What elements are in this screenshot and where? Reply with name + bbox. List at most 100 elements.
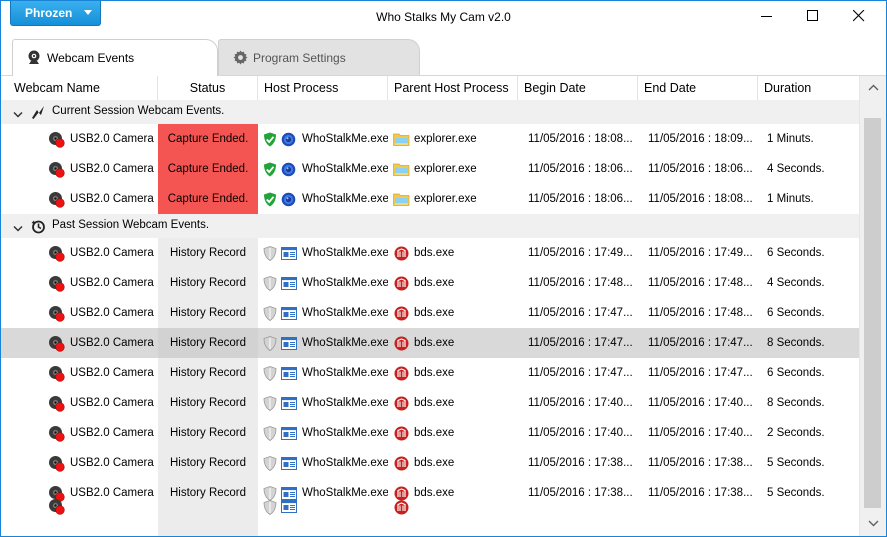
end-date-cell: 11/05/2016 : 18:06...: [648, 163, 753, 175]
begin-date-cell: 11/05/2016 : 17:47...: [528, 337, 633, 349]
status-cell: Capture Ended.: [158, 154, 258, 184]
webcam-name-cell: USB2.0 Camera: [70, 397, 154, 409]
table-row[interactable]: USB2.0 Camera Capture Ended. WhoStalkMe.ex…: [1, 154, 859, 184]
table-row[interactable]: USB2.0 Camera Capture Ended. WhoStalkMe.ex…: [1, 124, 859, 154]
begin-date-cell: 11/05/2016 : 17:40...: [528, 427, 633, 439]
table-row[interactable]: USB2.0 Camera History Record WhoStalkMe.ex…: [1, 358, 859, 388]
begin-date-cell: 11/05/2016 : 17:38...: [528, 457, 633, 469]
parent-host-process-cell: bds.exe: [414, 247, 455, 259]
begin-date-cell: 11/05/2016 : 18:08...: [528, 133, 633, 145]
duration-cell: 8 Seconds.: [767, 397, 825, 409]
scroll-down-button[interactable]: [860, 512, 886, 536]
duration-cell: 2 Seconds.: [767, 427, 825, 439]
table-row[interactable]: USB2.0 Camera History Record WhoStalkMe.ex…: [1, 418, 859, 448]
end-date-cell: 11/05/2016 : 17:48...: [648, 277, 753, 289]
duration-cell: 4 Seconds.: [767, 163, 825, 175]
table-row[interactable]: USB2.0 Camera History Record WhoStalkMe.ex…: [1, 298, 859, 328]
webcam-name-cell: USB2.0 Camera: [70, 247, 154, 259]
parent-host-process-cell: explorer.exe: [414, 193, 477, 205]
end-date-cell: 11/05/2016 : 17:40...: [648, 427, 753, 439]
history-icon: [30, 218, 46, 237]
duration-cell: 1 Minuts.: [767, 193, 814, 205]
duration-cell: 5 Seconds.: [767, 457, 825, 469]
column-header-webcam-name[interactable]: Webcam Name: [8, 76, 158, 100]
chevron-down-icon[interactable]: [13, 222, 23, 236]
lightning-icon: [30, 104, 46, 123]
begin-date-cell: 11/05/2016 : 17:38...: [528, 487, 633, 499]
host-process-cell: [258, 508, 388, 536]
table-header: Webcam Name Status Host Process Parent H…: [1, 76, 859, 101]
group-header-row[interactable]: Past Session Webcam Events.: [1, 214, 859, 238]
tab-label: Webcam Events: [47, 51, 135, 65]
table-row[interactable]: USB2.0 Camera History Record WhoStalkMe.ex…: [1, 238, 859, 268]
webcam-name-cell: USB2.0 Camera: [70, 307, 154, 319]
parent-host-process-cell: bds.exe: [414, 367, 455, 379]
maximize-button[interactable]: [790, 1, 836, 31]
table-row[interactable]: USB2.0 Camera History Record WhoStalkMe.ex…: [1, 448, 859, 478]
host-process-cell: WhoStalkMe.exe: [302, 367, 388, 379]
vertical-scrollbar[interactable]: [859, 76, 886, 536]
parent-host-process-cell: explorer.exe: [414, 163, 477, 175]
group-header-row[interactable]: Current Session Webcam Events.: [1, 100, 859, 124]
host-process-cell: WhoStalkMe.exe: [302, 133, 388, 145]
end-date-cell: 11/05/2016 : 17:49...: [648, 247, 753, 259]
scroll-up-button[interactable]: [860, 76, 886, 100]
webcam-name-cell: USB2.0 Camera: [70, 277, 154, 289]
column-header-status[interactable]: Status: [158, 76, 258, 100]
table-row[interactable]: USB2.0 Camera History Record WhoStalkMe.ex…: [1, 268, 859, 298]
column-header-end-date[interactable]: End Date: [638, 76, 758, 100]
end-date-cell: 11/05/2016 : 17:47...: [648, 367, 753, 379]
chevron-down-icon[interactable]: [13, 108, 23, 122]
tab-program-settings[interactable]: Program Settings: [218, 39, 420, 75]
status-cell: [158, 508, 258, 536]
status-cell: History Record: [158, 418, 258, 448]
table-row[interactable]: USB2.0 Camera Capture Ended. WhoStalkMe.ex…: [1, 184, 859, 214]
table-row[interactable]: USB2.0 Camera History Record WhoStalkMe.ex…: [1, 478, 859, 508]
begin-date-cell: 11/05/2016 : 17:49...: [528, 247, 633, 259]
begin-date-cell: 11/05/2016 : 18:06...: [528, 163, 633, 175]
events-table: Webcam Name Status Host Process Parent H…: [1, 76, 859, 536]
table-row[interactable]: USB2.0 Camera History Record WhoStalkMe.ex…: [1, 328, 859, 358]
end-date-cell: 11/05/2016 : 17:47...: [648, 337, 753, 349]
end-date-cell: 11/05/2016 : 17:38...: [648, 487, 753, 499]
table-row[interactable]: USB2.0 Camera History Record WhoStalkMe.ex…: [1, 388, 859, 418]
close-button[interactable]: [836, 1, 882, 31]
duration-cell: [758, 508, 859, 536]
webcam-name-cell: USB2.0 Camera: [70, 193, 154, 205]
status-cell: History Record: [158, 238, 258, 268]
duration-cell: 6 Seconds.: [767, 367, 825, 379]
host-process-cell: WhoStalkMe.exe: [302, 247, 388, 259]
column-header-begin-date[interactable]: Begin Date: [518, 76, 638, 100]
tab-webcam-events[interactable]: Webcam Events: [12, 39, 218, 76]
minimize-icon: [761, 16, 772, 17]
status-cell: History Record: [158, 358, 258, 388]
column-header-duration[interactable]: Duration: [758, 76, 859, 100]
host-process-cell: WhoStalkMe.exe: [302, 277, 388, 289]
app-window: Phrozen Who Stalks My Cam v2.0 Webcam Ev…: [0, 0, 887, 537]
begin-date-cell: 11/05/2016 : 17:47...: [528, 307, 633, 319]
column-header-host-process[interactable]: Host Process: [258, 76, 388, 100]
status-cell: History Record: [158, 268, 258, 298]
end-date-cell: 11/05/2016 : 18:08...: [648, 193, 753, 205]
status-cell: Capture Ended.: [158, 124, 258, 154]
minimize-button[interactable]: [744, 1, 790, 31]
scroll-thumb[interactable]: [864, 118, 881, 508]
group-label: Current Session Webcam Events.: [52, 105, 225, 117]
column-header-parent-host-process[interactable]: Parent Host Process: [388, 76, 518, 100]
duration-cell: 1 Minuts.: [767, 133, 814, 145]
status-cell: History Record: [158, 388, 258, 418]
duration-cell: 5 Seconds.: [767, 487, 825, 499]
parent-host-process-cell: bds.exe: [414, 307, 455, 319]
group-label: Past Session Webcam Events.: [52, 219, 210, 231]
host-process-cell: WhoStalkMe.exe: [302, 307, 388, 319]
webcam-name-cell: USB2.0 Camera: [70, 133, 154, 145]
webcam-name-cell: USB2.0 Camera: [70, 457, 154, 469]
status-cell: History Record: [158, 478, 258, 508]
begin-date-cell: 11/05/2016 : 17:47...: [528, 367, 633, 379]
webcam-name-cell: USB2.0 Camera: [70, 337, 154, 349]
parent-host-process-cell: bds.exe: [414, 457, 455, 469]
host-process-cell: WhoStalkMe.exe: [302, 163, 388, 175]
table-row[interactable]: [1, 499, 859, 536]
end-date-cell: 11/05/2016 : 17:48...: [648, 307, 753, 319]
close-icon: [853, 10, 865, 22]
